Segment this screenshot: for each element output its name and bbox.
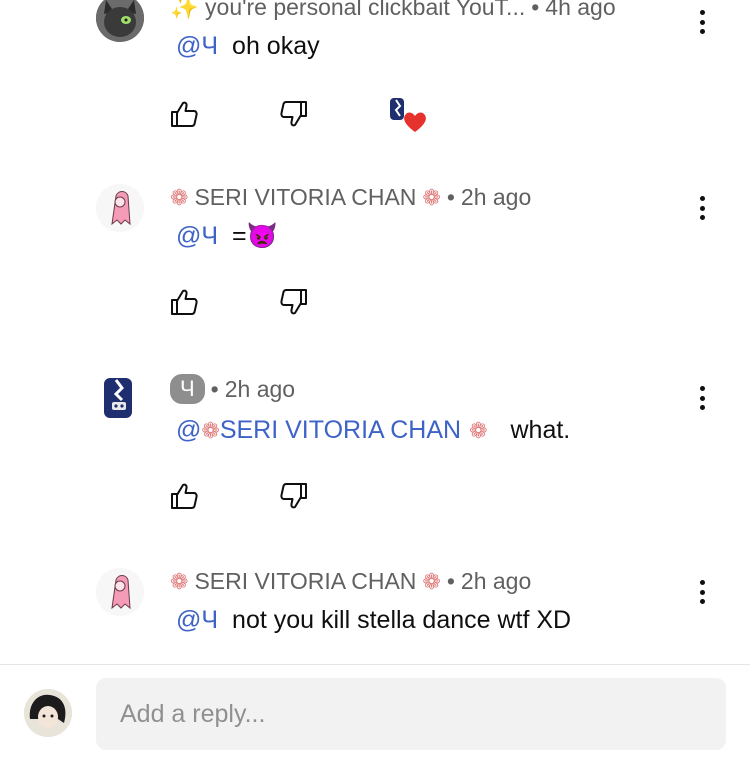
thumbs-down-icon[interactable] (278, 286, 310, 318)
comment-meta: ✨ you're personal clickbait YouT... • 4h… (170, 0, 616, 21)
comment-actions (168, 286, 310, 318)
thumbs-down-icon[interactable] (278, 98, 310, 130)
more-vertical-icon[interactable] (690, 6, 714, 38)
comment-meta: ❁ SERI VITORIA CHAN ❁ • 2h ago (170, 568, 531, 595)
thumbs-up-icon[interactable] (168, 286, 200, 318)
avatar[interactable] (96, 0, 144, 42)
avatar[interactable] (24, 689, 72, 737)
comment-author[interactable]: SERI VITORIA CHAN (194, 184, 416, 211)
author-chip[interactable]: Ч (170, 374, 205, 404)
flower-icon: ❁ (422, 184, 441, 210)
comment-meta: ❁ SERI VITORIA CHAN ❁ • 2h ago (170, 184, 531, 211)
thumbs-down-icon[interactable] (278, 480, 310, 512)
comment-body: @❁SERI VITORIA CHAN ❁ what. (176, 416, 570, 445)
avatar[interactable] (96, 374, 144, 422)
more-vertical-icon[interactable] (690, 576, 714, 608)
avatar-cat-image (96, 0, 144, 42)
separator-dot: • (446, 184, 455, 210)
separator-dot: • (210, 375, 219, 402)
avatar-zipper-image (104, 378, 132, 418)
avatar-ghost-image (96, 184, 144, 232)
flower-icon: ❁ (170, 568, 189, 594)
mention-link[interactable]: @Ч (176, 32, 218, 60)
comment-text: what. (510, 416, 571, 444)
comment-time: 4h ago (545, 0, 616, 20)
thumbs-up-icon[interactable] (168, 98, 200, 130)
separator-dot: • (531, 0, 540, 20)
comment-author[interactable]: SERI VITORIA CHAN (194, 568, 416, 595)
flower-icon: ❁ (201, 418, 220, 443)
comment-text: =👿 (232, 222, 278, 250)
avatar-user-image (24, 689, 72, 737)
comment-meta: Ч • 2h ago (170, 374, 295, 404)
comment-time: 2h ago (460, 184, 532, 210)
mention-link[interactable]: SERI VITORIA CHAN (220, 416, 461, 444)
creator-heart-icon (388, 96, 426, 132)
flower-icon: ❁ (469, 418, 488, 443)
comment-text: oh okay (232, 32, 320, 60)
mention-at[interactable]: @ (176, 416, 201, 444)
comment-text: not you kill stella dance wtf XD (232, 606, 572, 634)
comment-time: 2h ago (224, 375, 296, 402)
separator-dot: • (446, 568, 455, 594)
avatar-ghost-image (96, 568, 144, 616)
comment-author[interactable]: ✨ you're personal clickbait YouT... (170, 0, 525, 21)
avatar[interactable] (96, 184, 144, 232)
flower-icon: ❁ (422, 568, 441, 594)
more-vertical-icon[interactable] (690, 382, 714, 414)
flower-icon: ❁ (170, 184, 189, 210)
comment-actions (168, 480, 310, 512)
comment-actions (168, 96, 426, 132)
comment-time: 2h ago (460, 568, 532, 594)
comment-body: @Ч not you kill stella dance wtf XD (176, 606, 571, 635)
mention-link[interactable]: @Ч (176, 222, 218, 250)
more-vertical-icon[interactable] (690, 192, 714, 224)
comment-body: @Ч oh okay (176, 32, 320, 61)
thumbs-up-icon[interactable] (168, 480, 200, 512)
reply-input[interactable] (96, 678, 726, 750)
comment-body: @Ч =👿 (176, 222, 278, 251)
avatar[interactable] (96, 568, 144, 616)
mention-link[interactable]: @Ч (176, 606, 218, 634)
